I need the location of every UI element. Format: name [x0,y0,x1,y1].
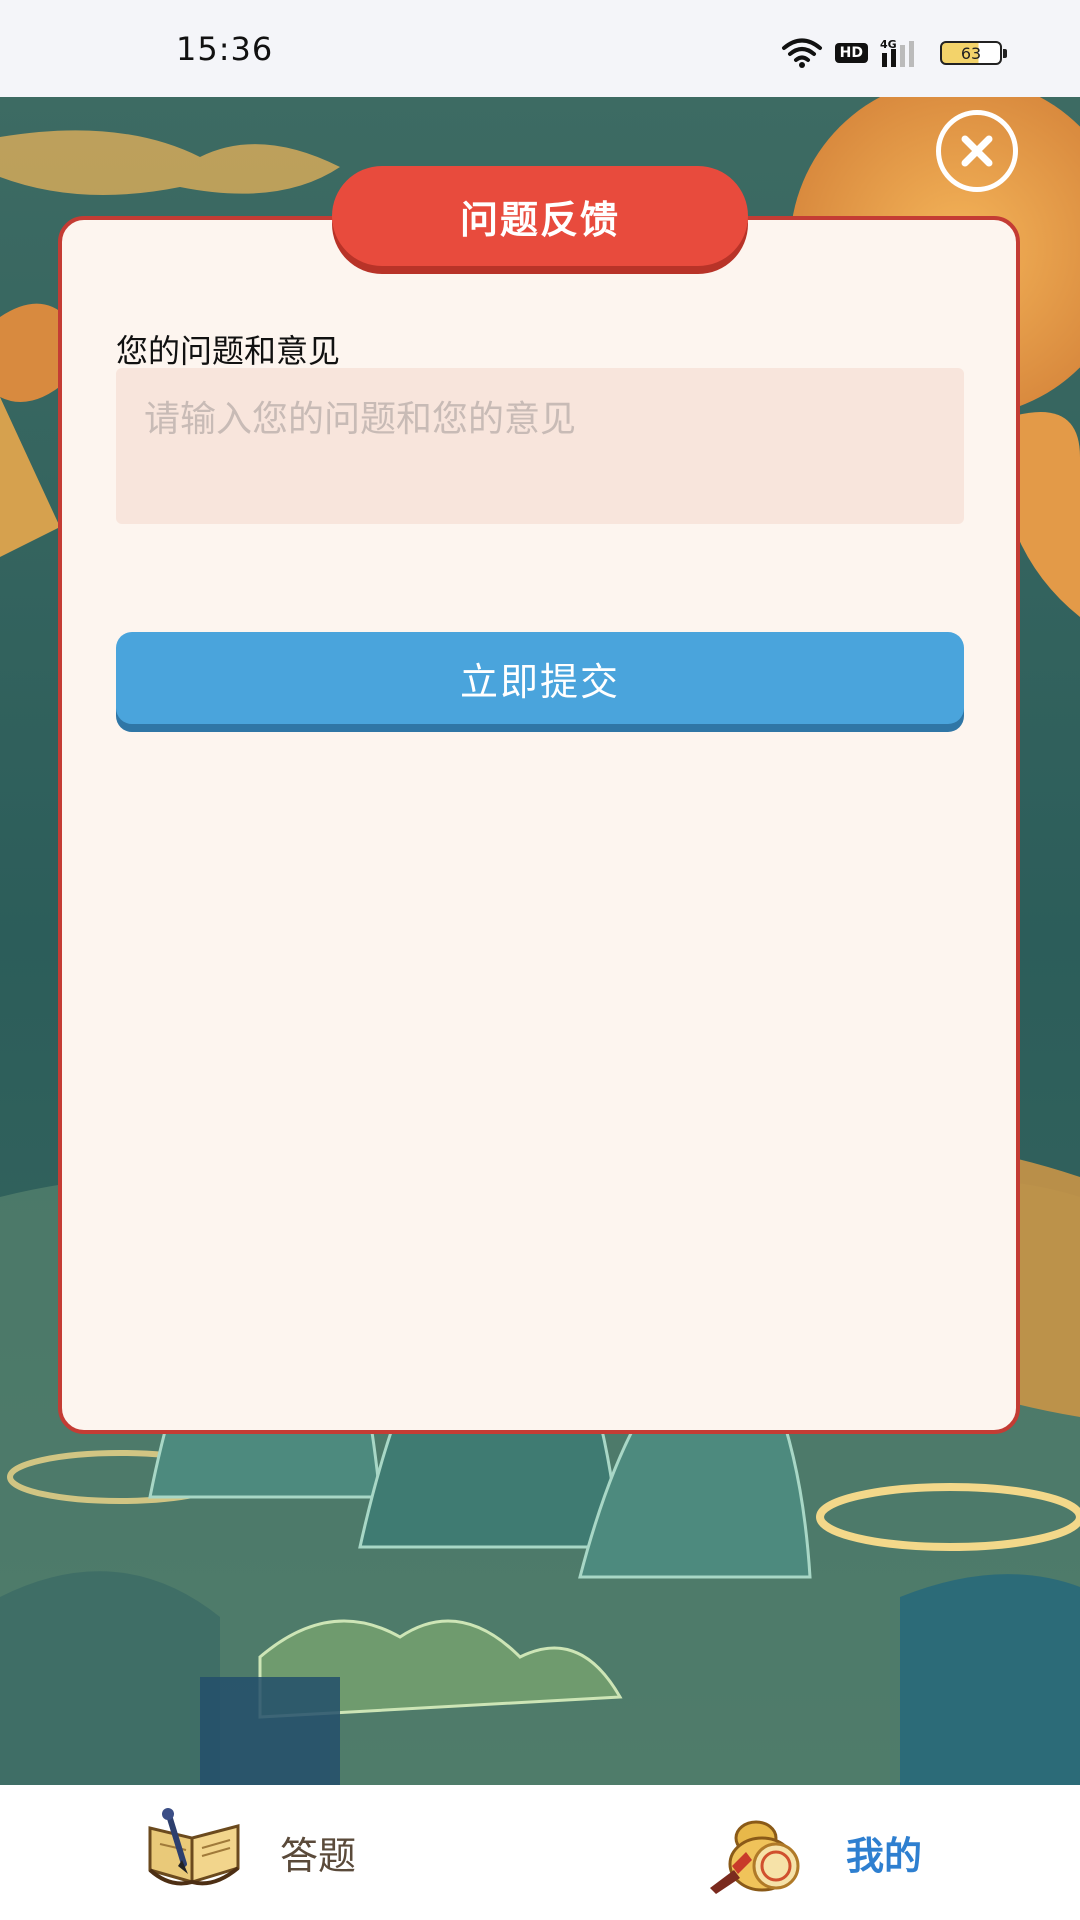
book-brush-icon [148,1807,240,1885]
wifi-icon [781,38,822,68]
bottom-nav: 答题 我的 [0,1785,1080,1920]
close-button[interactable] [936,110,1018,192]
feedback-field-label: 您的问题和意见 [116,332,341,370]
status-icons: HD 4G 63 [781,36,1007,70]
nav-label-mine: 我的 [846,1834,923,1878]
dialog-title: 问题反馈 [459,197,620,242]
nav-item-answer[interactable]: 答题 [140,1785,356,1920]
coin-gourd-icon [710,1820,800,1894]
nav-label-answer: 答题 [280,1834,357,1878]
dialog-title-tab: 问题反馈 [332,166,748,266]
submit-button-label: 立即提交 [459,659,620,704]
close-icon [961,135,993,167]
battery-icon: 63 [940,41,1007,65]
submit-button[interactable]: 立即提交 [116,632,964,724]
signal-icon: 4G [880,38,914,67]
status-time: 15:36 [176,30,274,68]
app-screen: 15:36 HD 4G 63 问题反馈 您的问题和意见 请输入您的问题和您的意见… [0,0,1080,1920]
nav-item-mine[interactable]: 我的 [706,1785,922,1920]
feedback-input[interactable] [116,368,964,524]
status-bar: 15:36 HD 4G 63 [0,0,1080,97]
hd-icon: HD [834,43,868,63]
